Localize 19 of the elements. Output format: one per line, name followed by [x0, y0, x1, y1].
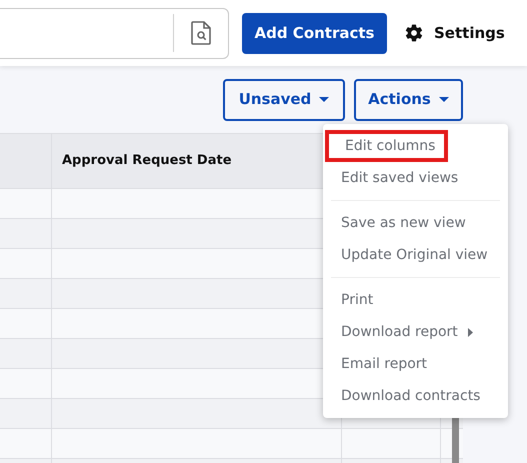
caret-icon — [438, 96, 449, 102]
menu-item[interactable]: Save as new view — [323, 207, 508, 239]
column-header: Approval Request Date — [62, 152, 232, 170]
document-search-icon[interactable] — [191, 21, 211, 45]
menu-item[interactable]: Download contracts — [323, 380, 508, 412]
search-field[interactable] — [0, 8, 229, 58]
add-contracts-button[interactable]: Add Contracts — [242, 12, 387, 54]
submenu-arrow-icon — [468, 328, 473, 336]
menu-item[interactable]: Update Original view — [323, 239, 508, 271]
menu-item[interactable]: Print — [323, 284, 508, 316]
dropdown-button[interactable]: Actions — [354, 78, 463, 120]
settings-link[interactable]: Settings — [434, 22, 505, 44]
caret-icon — [319, 96, 330, 102]
settings-icon[interactable] — [404, 23, 424, 43]
menu-item[interactable]: Email report — [323, 348, 508, 380]
menu-item[interactable]: Download report — [323, 316, 508, 348]
menu-item[interactable]: Edit saved views — [323, 162, 508, 194]
menu-item[interactable]: Edit columns — [325, 130, 448, 162]
dropdown-button[interactable]: Unsaved — [223, 78, 345, 120]
